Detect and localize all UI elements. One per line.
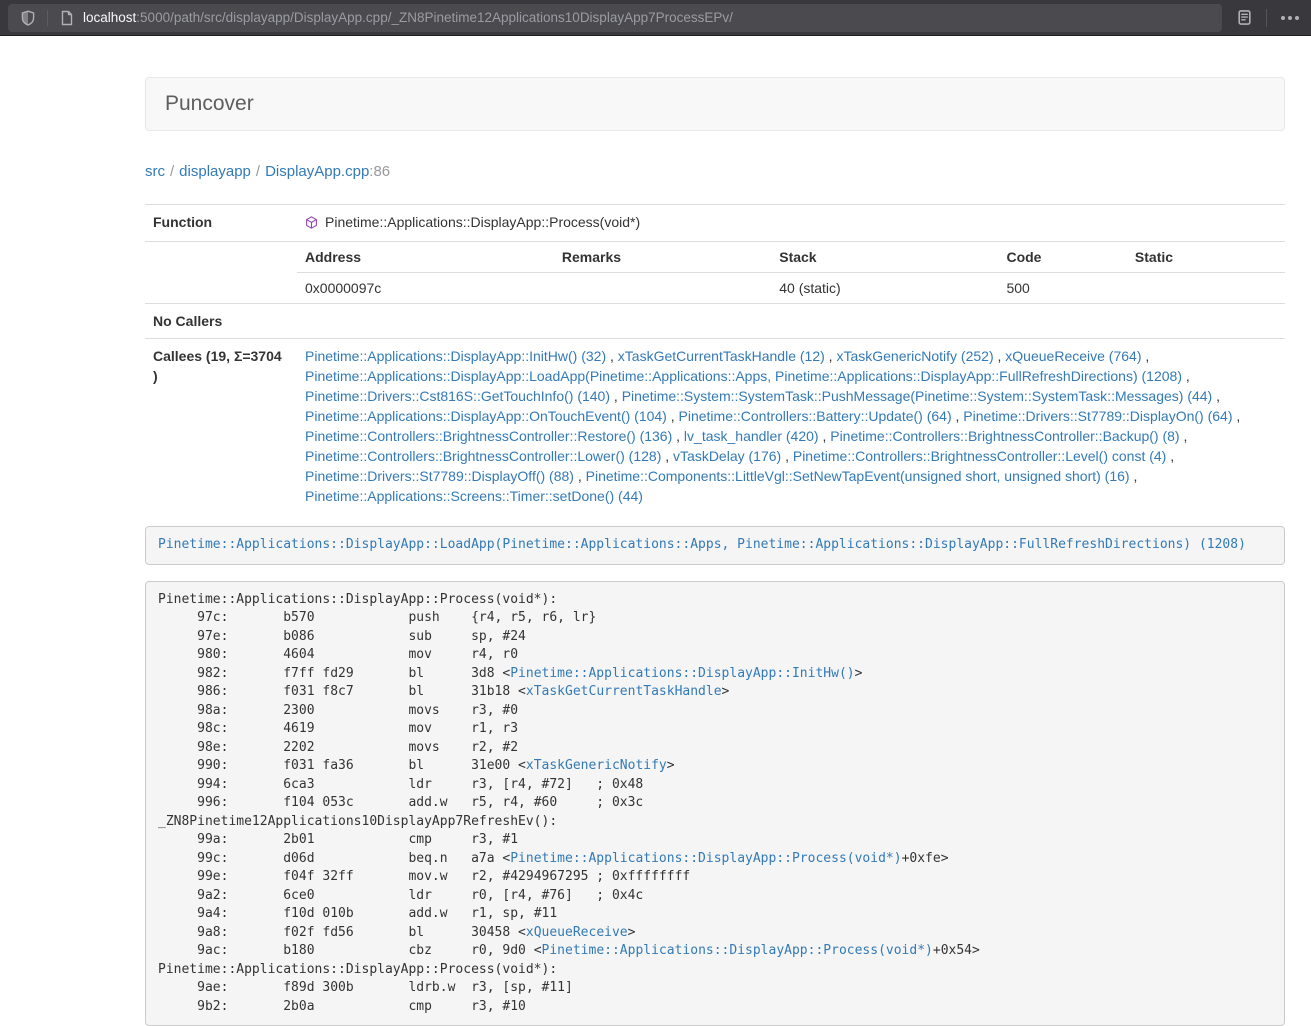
- callee-link[interactable]: Pinetime::Applications::DisplayApp::Init…: [305, 348, 606, 364]
- callee-link[interactable]: Pinetime::Applications::Screens::Timer::…: [305, 488, 643, 504]
- callee-link[interactable]: Pinetime::Controllers::BrightnessControl…: [305, 428, 672, 444]
- callee-link[interactable]: Pinetime::Controllers::BrightnessControl…: [793, 448, 1166, 464]
- no-callers-row: No Callers: [145, 304, 1285, 339]
- assembly-line: 996: f104 053c add.w r5, r4, #60 ; 0x3c: [158, 794, 1272, 813]
- col-static: Static: [1127, 242, 1285, 273]
- assembly-line: 980: 4604 mov r4, r0: [158, 646, 1272, 665]
- page-content: Puncover src/displayapp/DisplayApp.cpp:8…: [145, 77, 1285, 1026]
- function-table: Function Pinetime::Applications::Display…: [145, 204, 1285, 513]
- breadcrumb-link[interactable]: DisplayApp.cpp: [265, 163, 369, 180]
- url-host: localhost: [83, 10, 136, 25]
- function-name: Pinetime::Applications::DisplayApp::Proc…: [325, 214, 640, 230]
- browser-toolbar: localhost:5000/path/src/displayapp/Displ…: [0, 0, 1311, 36]
- stats-table: Address Remarks Stack Code Static 0x0000…: [297, 242, 1285, 303]
- app-header-panel: Puncover: [145, 77, 1285, 131]
- assembly-line: 98c: 4619 mov r1, r3: [158, 720, 1272, 739]
- assembly-symbol-link[interactable]: xQueueReceive: [526, 925, 628, 940]
- callee-link[interactable]: lv_task_handler (420): [684, 428, 819, 444]
- callee-link[interactable]: Pinetime::Controllers::BrightnessControl…: [830, 428, 1179, 444]
- assembly-line: 9a8: f02f fd56 bl 30458 <xQueueReceive>: [158, 924, 1272, 943]
- no-callers-label: No Callers: [145, 304, 297, 339]
- callee-link[interactable]: vTaskDelay (176): [673, 448, 781, 464]
- assembly-line: 97e: b086 sub sp, #24: [158, 628, 1272, 647]
- callees-list: Pinetime::Applications::DisplayApp::Init…: [297, 339, 1285, 514]
- callee-link[interactable]: xTaskGetCurrentTaskHandle (12): [618, 348, 825, 364]
- col-code: Code: [998, 242, 1126, 273]
- callee-link[interactable]: Pinetime::Applications::DisplayApp::Load…: [305, 368, 1182, 384]
- url-path: :5000/path/src/displayapp/DisplayApp.cpp…: [136, 10, 733, 25]
- page-info-icon[interactable]: [55, 6, 79, 30]
- assembly-line: 98a: 2300 movs r3, #0: [158, 702, 1272, 721]
- callee-link[interactable]: Pinetime::System::SystemTask::PushMessag…: [622, 388, 1213, 404]
- assembly-line: 99e: f04f 32ff mov.w r2, #4294967295 ; 0…: [158, 868, 1272, 887]
- breadcrumb: src/displayapp/DisplayApp.cpp:86: [145, 161, 1285, 182]
- callee-link[interactable]: Pinetime::Drivers::Cst816S::GetTouchInfo…: [305, 388, 610, 404]
- callees-label: Callees (19, Σ=3704 ): [145, 339, 297, 514]
- page-title: Puncover: [165, 92, 254, 115]
- assembly-code: Pinetime::Applications::DisplayApp::Proc…: [145, 581, 1285, 1026]
- value-address: 0x0000097c: [297, 273, 554, 304]
- assembly-line: 9ac: b180 cbz r0, 9d0 <Pinetime::Applica…: [158, 942, 1272, 961]
- stats-row: Address Remarks Stack Code Static 0x0000…: [145, 242, 1285, 304]
- col-remarks: Remarks: [554, 242, 771, 273]
- assembly-line: Pinetime::Applications::DisplayApp::Proc…: [158, 591, 1272, 610]
- assembly-line: 99a: 2b01 cmp r3, #1: [158, 831, 1272, 850]
- stats-values-row: 0x0000097c 40 (static) 500: [297, 273, 1285, 304]
- callee-link[interactable]: xQueueReceive (764): [1005, 348, 1141, 364]
- shield-icon[interactable]: [16, 6, 40, 30]
- assembly-symbol-link[interactable]: Pinetime::Applications::DisplayApp::Proc…: [542, 943, 933, 958]
- overflow-menu-icon[interactable]: [1277, 6, 1303, 30]
- callee-link[interactable]: Pinetime::Drivers::St7789::DisplayOn() (…: [963, 408, 1232, 424]
- value-remarks: [554, 273, 771, 304]
- value-static: [1127, 273, 1285, 304]
- assembly-line: Pinetime::Applications::DisplayApp::Proc…: [158, 961, 1272, 980]
- function-row-label: Function: [145, 205, 297, 242]
- loadapp-link[interactable]: Pinetime::Applications::DisplayApp::Load…: [158, 537, 1246, 552]
- callees-row: Callees (19, Σ=3704 ) Pinetime::Applicat…: [145, 339, 1285, 514]
- callee-link[interactable]: Pinetime::Components::LittleVgl::SetNewT…: [586, 468, 1130, 484]
- loadapp-highlight-box: Pinetime::Applications::DisplayApp::Load…: [145, 526, 1285, 565]
- toolbar-divider: [1266, 9, 1267, 27]
- assembly-line: 9b2: 2b0a cmp r3, #10: [158, 998, 1272, 1017]
- callee-link[interactable]: Pinetime::Applications::DisplayApp::OnTo…: [305, 408, 667, 424]
- assembly-line: 982: f7ff fd29 bl 3d8 <Pinetime::Applica…: [158, 665, 1272, 684]
- assembly-line: 9ae: f89d 300b ldrb.w r3, [sp, #11]: [158, 979, 1272, 998]
- assembly-line: 994: 6ca3 ldr r3, [r4, #72] ; 0x48: [158, 776, 1272, 795]
- breadcrumb-separator: /: [165, 163, 179, 180]
- breadcrumb-line-number: :86: [369, 163, 390, 180]
- callee-link[interactable]: xTaskGenericNotify (252): [836, 348, 993, 364]
- callee-link[interactable]: Pinetime::Controllers::Battery::Update()…: [679, 408, 952, 424]
- assembly-line: 9a4: f10d 010b add.w r1, sp, #11: [158, 905, 1272, 924]
- symbol-cube-icon: [305, 214, 318, 234]
- assembly-line: 9a2: 6ce0 ldr r0, [r4, #76] ; 0x4c: [158, 887, 1272, 906]
- assembly-line: 990: f031 fa36 bl 31e00 <xTaskGenericNot…: [158, 757, 1272, 776]
- assembly-symbol-link[interactable]: Pinetime::Applications::DisplayApp::Proc…: [510, 851, 901, 866]
- callee-link[interactable]: Pinetime::Drivers::St7789::DisplayOff() …: [305, 468, 574, 484]
- url-bar[interactable]: localhost:5000/path/src/displayapp/Displ…: [8, 4, 1222, 32]
- value-code: 500: [998, 273, 1126, 304]
- value-stack: 40 (static): [771, 273, 998, 304]
- url-bar-divider: [47, 10, 48, 26]
- col-stack: Stack: [771, 242, 998, 273]
- assembly-symbol-link[interactable]: xTaskGetCurrentTaskHandle: [526, 684, 722, 699]
- assembly-line: _ZN8Pinetime12Applications10DisplayApp7R…: [158, 813, 1272, 832]
- assembly-symbol-link[interactable]: xTaskGenericNotify: [526, 758, 667, 773]
- assembly-symbol-link[interactable]: Pinetime::Applications::DisplayApp::Init…: [510, 666, 854, 681]
- function-row: Function Pinetime::Applications::Display…: [145, 205, 1285, 242]
- col-address: Address: [297, 242, 554, 273]
- assembly-line: 99c: d06d beq.n a7a <Pinetime::Applicati…: [158, 850, 1272, 869]
- assembly-line: 98e: 2202 movs r2, #2: [158, 739, 1272, 758]
- breadcrumb-link[interactable]: displayapp: [179, 163, 251, 180]
- assembly-line: 986: f031 f8c7 bl 31b18 <xTaskGetCurrent…: [158, 683, 1272, 702]
- breadcrumb-link[interactable]: src: [145, 163, 165, 180]
- assembly-line: 97c: b570 push {r4, r5, r6, lr}: [158, 609, 1272, 628]
- callee-link[interactable]: Pinetime::Controllers::BrightnessControl…: [305, 448, 661, 464]
- url-text[interactable]: localhost:5000/path/src/displayapp/Displ…: [83, 10, 733, 25]
- breadcrumb-separator: /: [251, 163, 265, 180]
- reader-mode-icon[interactable]: [1232, 6, 1256, 30]
